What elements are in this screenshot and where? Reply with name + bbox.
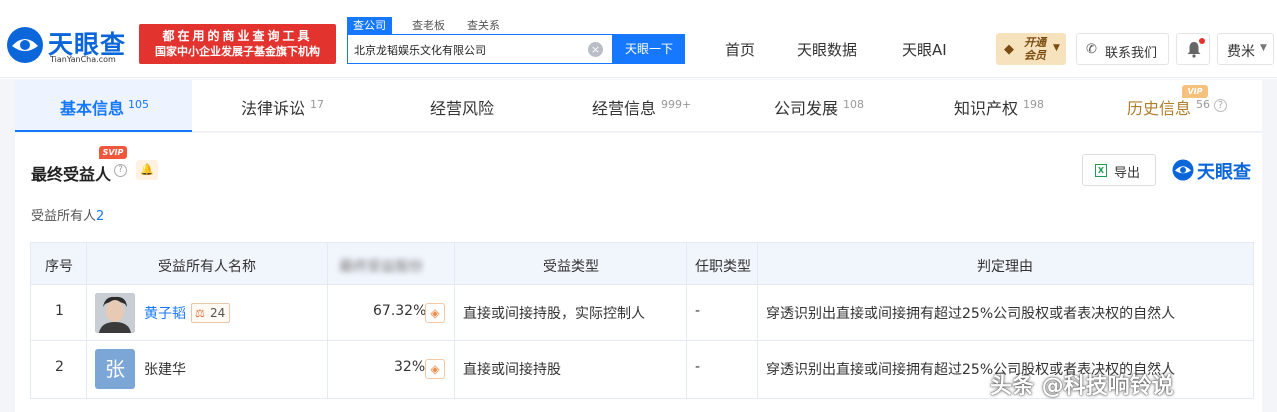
user-menu[interactable]: 费米 ▼ bbox=[1217, 33, 1274, 65]
section-title: 最终受益人 bbox=[31, 165, 112, 184]
tab-label: 经营信息 bbox=[592, 99, 657, 118]
svip-badge: SVIP bbox=[99, 146, 127, 159]
header-share: 最终受益股份 bbox=[339, 259, 423, 275]
nav-home[interactable]: 首页 bbox=[725, 39, 755, 60]
trace-icon[interactable]: ◈ bbox=[425, 303, 445, 323]
beneficiary-name-link[interactable]: 黄子韬 bbox=[144, 303, 186, 323]
tab-label: 历史信息 bbox=[1127, 99, 1192, 118]
avatar[interactable] bbox=[95, 293, 135, 333]
search-input[interactable] bbox=[354, 41, 586, 59]
search-tab-relation[interactable]: 查关系 bbox=[467, 17, 500, 34]
vip-badge: VIP bbox=[1182, 85, 1208, 98]
row-index: 1 bbox=[55, 303, 64, 319]
help-icon[interactable]: ? bbox=[1214, 99, 1227, 112]
tab-count: 105 bbox=[128, 98, 149, 111]
excel-icon: X bbox=[1095, 164, 1107, 177]
nav-data[interactable]: 天眼数据 bbox=[797, 39, 857, 60]
row-index: 2 bbox=[55, 359, 64, 375]
user-name: 费米 bbox=[1227, 44, 1255, 60]
phone-icon: ✆ bbox=[1086, 42, 1097, 57]
logo-eye-icon bbox=[7, 27, 43, 63]
benefit-type: 直接或间接持股 bbox=[463, 362, 561, 378]
position-type: - bbox=[695, 359, 701, 375]
brand-domain: TianYanCha.com bbox=[50, 55, 116, 64]
clear-icon[interactable]: × bbox=[588, 42, 603, 57]
tab-count: 198 bbox=[1023, 98, 1044, 111]
tab-legal[interactable]: 法律诉讼 17 bbox=[192, 80, 372, 132]
benefit-type: 直接或间接持股，实际控制人 bbox=[463, 306, 645, 322]
source-watermark: 头条 @科技响铃说 bbox=[990, 374, 1174, 399]
column-divider bbox=[454, 243, 455, 398]
position-type: - bbox=[695, 303, 701, 319]
tab-count: 56 bbox=[1196, 98, 1210, 111]
notification-button[interactable] bbox=[1176, 33, 1210, 65]
table-header: 序号 受益所有人名称 最终受益股份 受益类型 任职类型 判定理由 bbox=[31, 243, 1253, 285]
vip-label: 开通会员 bbox=[1024, 36, 1046, 62]
trace-icon[interactable]: ◈ bbox=[425, 359, 445, 379]
company-tabs: 基本信息 105 法律诉讼 17 经营风险 经营信息 999+ 公司发展 108… bbox=[15, 80, 1262, 132]
header-benefit-type: 受益类型 bbox=[543, 259, 599, 275]
tab-risk[interactable]: 经营风险 bbox=[372, 80, 552, 132]
search-button[interactable]: 天眼一下 bbox=[613, 34, 685, 64]
tab-count: 108 bbox=[843, 98, 864, 111]
notification-dot bbox=[1199, 38, 1205, 44]
column-divider bbox=[86, 243, 87, 398]
beneficiary-name: 张建华 bbox=[144, 362, 186, 378]
logo-eye-icon bbox=[1172, 159, 1194, 181]
lawsuit-count: 24 bbox=[210, 306, 226, 320]
chevron-down-icon: ▼ bbox=[1260, 43, 1267, 53]
tab-operation[interactable]: 经营信息 999+ bbox=[552, 80, 732, 132]
help-icon[interactable]: ? bbox=[114, 164, 127, 177]
alert-bell-icon[interactable]: 🔔 bbox=[136, 160, 158, 180]
share-value: 67.32% bbox=[373, 303, 427, 319]
search-tab-company[interactable]: 查公司 bbox=[347, 17, 392, 34]
owners-label: 受益所有人 bbox=[31, 209, 97, 224]
tab-ip[interactable]: 知识产权 198 bbox=[912, 80, 1092, 132]
tab-label: 经营风险 bbox=[430, 99, 495, 118]
tab-count: 17 bbox=[310, 98, 324, 111]
chevron-down-icon: ▼ bbox=[1053, 43, 1060, 53]
export-label: 导出 bbox=[1114, 166, 1141, 181]
header-index: 序号 bbox=[45, 259, 73, 275]
owners-summary: 受益所有人2 bbox=[31, 205, 104, 224]
banner-line-2: 国家中小企业发展子基金旗下机构 bbox=[155, 45, 320, 58]
top-navigation: 天眼查 TianYanCha.com 都在用的商业查询工具 国家中小企业发展子基… bbox=[0, 0, 1277, 78]
diamond-icon: ◆ bbox=[1004, 42, 1014, 57]
watermark-brand: 天眼查 bbox=[1197, 162, 1251, 183]
brand-logo[interactable]: 天眼查 TianYanCha.com bbox=[6, 24, 136, 68]
tab-basic-info[interactable]: 基本信息 105 bbox=[15, 80, 192, 132]
search-box: × bbox=[347, 34, 613, 64]
reason-text: 穿透识别出直接或间接拥有超过25%公司股权或者表决权的自然人 bbox=[766, 306, 1176, 322]
header-reason: 判定理由 bbox=[977, 259, 1033, 275]
contact-button[interactable]: ✆ 联系我们 bbox=[1076, 33, 1169, 65]
column-divider bbox=[327, 243, 328, 398]
vip-button[interactable]: ◆ 开通会员 ▼ bbox=[996, 33, 1066, 65]
contact-label: 联系我们 bbox=[1105, 46, 1158, 61]
search-tab-boss[interactable]: 查老板 bbox=[412, 17, 445, 34]
column-divider bbox=[686, 243, 687, 398]
header-name: 受益所有人名称 bbox=[158, 259, 256, 275]
owners-count: 2 bbox=[96, 209, 105, 224]
avatar[interactable]: 张 bbox=[95, 349, 135, 389]
promo-banner[interactable]: 都在用的商业查询工具 国家中小企业发展子基金旗下机构 bbox=[139, 24, 336, 64]
watermark-logo: 天眼查 bbox=[1172, 157, 1257, 183]
tab-label: 知识产权 bbox=[954, 99, 1019, 118]
banner-line-1: 都在用的商业查询工具 bbox=[162, 29, 313, 43]
tab-count: 999+ bbox=[661, 98, 692, 111]
share-value: 32% bbox=[394, 359, 426, 375]
tab-label: 公司发展 bbox=[774, 99, 839, 118]
person-photo-icon bbox=[95, 293, 135, 333]
tab-label: 法律诉讼 bbox=[241, 99, 306, 118]
lawsuit-count-badge[interactable]: ⚖ 24 bbox=[191, 303, 231, 323]
header-position-type: 任职类型 bbox=[695, 259, 751, 275]
table-row: 1 黄子韬 ⚖ 24 67.32% ◈ 直接或间接持股，实际控制人 - 穿透识别出… bbox=[31, 285, 1253, 341]
tab-development[interactable]: 公司发展 108 bbox=[732, 80, 912, 132]
nav-ai[interactable]: 天眼AI bbox=[902, 39, 947, 60]
tab-history[interactable]: 历史信息 56 ? bbox=[1092, 80, 1262, 132]
lawsuit-icon: ⚖ bbox=[195, 307, 205, 320]
column-divider bbox=[757, 243, 758, 398]
tab-label: 基本信息 bbox=[60, 99, 125, 118]
export-button[interactable]: X 导出 bbox=[1082, 154, 1156, 186]
